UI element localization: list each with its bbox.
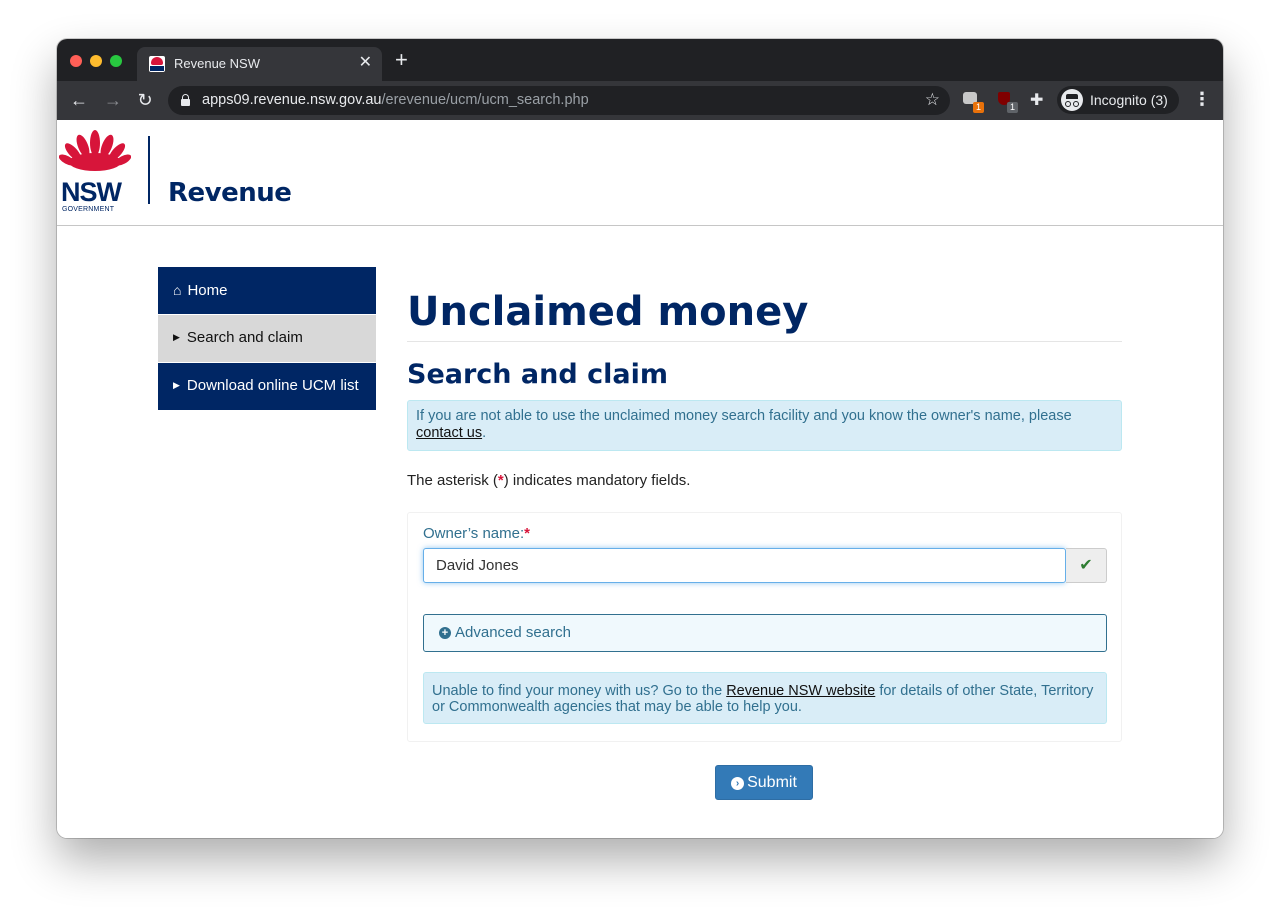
bookmark-star-icon[interactable]: ☆ xyxy=(925,90,940,110)
tab-revenue-nsw[interactable]: Revenue NSW ✕ xyxy=(137,47,382,81)
reload-icon[interactable]: ↻ xyxy=(134,89,156,111)
advanced-search-toggle[interactable]: + Advanced search xyxy=(423,614,1107,652)
browser-window: Revenue NSW ✕ + ← → ↻ apps09.revenue.nsw… xyxy=(57,39,1223,838)
tab-title: Revenue NSW xyxy=(174,56,260,71)
sidebar-item-download-ucm-list[interactable]: ▶ Download online UCM list xyxy=(158,363,376,411)
help-info-alert: Unable to find your money with us? Go to… xyxy=(423,672,1107,724)
extensions-puzzle-icon[interactable]: ✚ xyxy=(1030,90,1043,110)
site-header: NSW GOVERNMENT Revenue xyxy=(57,120,1223,226)
nsw-favicon-icon xyxy=(149,56,165,72)
page-title: Unclaimed money xyxy=(407,289,809,335)
sidebar-item-label: Search and claim xyxy=(186,329,303,346)
info-text-end: . xyxy=(482,425,487,441)
incognito-label: Incognito (3) xyxy=(1090,92,1168,108)
contact-us-link[interactable]: contact us xyxy=(416,425,482,441)
owner-name-input[interactable] xyxy=(423,548,1066,583)
minimize-window-button[interactable] xyxy=(90,55,102,67)
contact-info-alert: If you are not able to use the unclaimed… xyxy=(407,400,1122,451)
sidebar-item-label: Download online UCM list xyxy=(186,377,359,394)
extension-1-badge: 1 xyxy=(973,102,984,113)
extension-1-icon[interactable]: 1 xyxy=(963,91,984,113)
sidebar-nav: ⌂ Home ▶ Search and claim ▶ Download online… xyxy=(158,267,376,411)
revenue-nsw-website-link[interactable]: Revenue NSW website xyxy=(726,683,875,699)
submit-label: Submit xyxy=(747,774,797,791)
info-text: If you are not able to use the unclaimed… xyxy=(416,408,1072,424)
incognito-icon xyxy=(1061,89,1083,111)
close-window-button[interactable] xyxy=(70,55,82,67)
address-bar[interactable]: apps09.revenue.nsw.gov.au/erevenue/ucm/u… xyxy=(168,86,950,115)
incognito-profile-button[interactable]: Incognito (3) xyxy=(1057,86,1179,114)
home-icon: ⌂ xyxy=(173,282,182,298)
advanced-search-label: Advanced search xyxy=(455,624,571,641)
submit-button[interactable]: › Submit xyxy=(715,765,813,800)
required-asterisk: * xyxy=(524,525,530,542)
browser-menu-icon[interactable]: ⋮ xyxy=(1193,88,1211,110)
caret-right-icon: ▶ xyxy=(173,380,180,390)
waratah-icon xyxy=(59,130,131,171)
section-title: Search and claim xyxy=(407,359,668,390)
forward-arrow-icon[interactable]: → xyxy=(102,89,124,111)
sidebar-item-search-and-claim[interactable]: ▶ Search and claim xyxy=(158,315,376,363)
web-page: NSW GOVERNMENT Revenue ⌂ Home ▶ Search and… xyxy=(57,120,1223,838)
lock-icon[interactable] xyxy=(181,94,190,106)
sidebar-item-home[interactable]: ⌂ Home xyxy=(158,267,376,315)
browser-toolbar: ← → ↻ apps09.revenue.nsw.gov.au/erevenue… xyxy=(57,81,1223,120)
title-divider xyxy=(407,341,1122,342)
caret-right-icon: ▶ xyxy=(173,332,180,342)
ublock-extension-icon[interactable]: 1 xyxy=(997,91,1018,113)
new-tab-button[interactable]: + xyxy=(395,48,408,72)
mandatory-fields-note: The asterisk (*) indicates mandatory fie… xyxy=(407,472,691,489)
site-title[interactable]: Revenue xyxy=(168,178,292,208)
nsw-logo-text: NSW xyxy=(61,177,122,207)
checkmark-icon: ✔ xyxy=(1066,548,1107,583)
back-arrow-icon[interactable]: ← xyxy=(68,89,90,111)
url-text[interactable]: apps09.revenue.nsw.gov.au/erevenue/ucm/u… xyxy=(202,92,589,108)
owner-name-label: Owner’s name:* xyxy=(423,525,530,542)
sidebar-item-label: Home xyxy=(187,282,228,299)
chevron-right-circle-icon: › xyxy=(731,777,745,790)
tab-strip: Revenue NSW ✕ + xyxy=(57,39,1223,81)
maximize-window-button[interactable] xyxy=(110,55,122,67)
nsw-government-logo[interactable]: NSW GOVERNMENT xyxy=(59,129,131,213)
search-form-panel: Owner’s name:* ✔ + Advanced search Unable… xyxy=(407,512,1122,742)
plus-circle-icon: + xyxy=(439,627,451,639)
government-logo-text: GOVERNMENT xyxy=(62,206,115,213)
extension-2-badge: 1 xyxy=(1007,102,1018,113)
logo-divider xyxy=(148,136,150,204)
tab-close-icon[interactable]: ✕ xyxy=(359,54,372,72)
